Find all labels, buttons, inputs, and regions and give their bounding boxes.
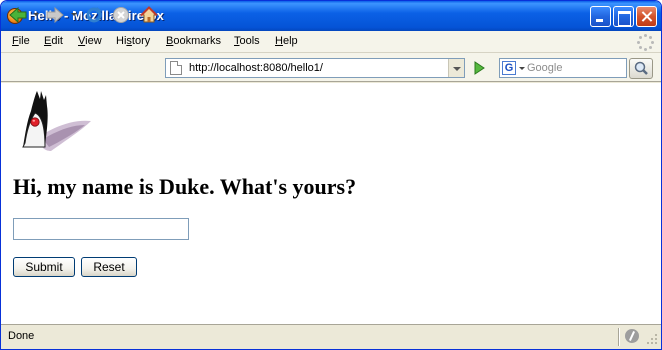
search-bar: G <box>499 58 627 78</box>
page-heading: Hi, my name is Duke. What's yours? <box>13 174 357 199</box>
go-icon[interactable] <box>471 60 487 76</box>
page-icon <box>170 61 182 75</box>
page-content: Hi, my name is Duke. What's yours? Submi… <box>1 83 661 324</box>
google-icon[interactable]: G <box>502 61 516 75</box>
menu-file[interactable]: File <box>12 35 30 47</box>
throbber-icon <box>637 34 654 51</box>
status-text: Done <box>8 330 35 342</box>
menu-tools[interactable]: Tools <box>234 35 260 47</box>
maximize-button[interactable] <box>613 6 634 27</box>
forward-icon[interactable] <box>46 6 64 24</box>
minimize-button[interactable] <box>590 6 611 27</box>
menu-bookmarks[interactable]: Bookmarks <box>166 35 221 47</box>
menu-bar: File Edit View History Bookmarks Tools H… <box>1 31 661 53</box>
close-button[interactable] <box>636 6 657 27</box>
url-text[interactable]: http://localhost:8080/hello1/ <box>189 62 323 74</box>
name-input[interactable] <box>13 218 189 240</box>
magnifier-icon <box>634 61 648 75</box>
back-history-dropdown[interactable] <box>33 13 39 16</box>
menu-help[interactable]: Help <box>275 35 298 47</box>
forward-history-dropdown[interactable] <box>71 13 77 16</box>
resize-grip[interactable] <box>646 333 658 345</box>
menu-edit[interactable]: Edit <box>44 35 63 47</box>
search-engine-dropdown[interactable] <box>519 67 525 70</box>
status-bar: Done <box>1 324 661 349</box>
menu-view[interactable]: View <box>78 35 102 47</box>
back-icon[interactable] <box>9 6 27 24</box>
reload-icon[interactable] <box>85 6 103 24</box>
address-bar[interactable]: http://localhost:8080/hello1/ <box>165 58 465 78</box>
status-icon <box>625 329 639 343</box>
browser-window: Hello - Mozilla Firefox File Edit View H… <box>0 0 662 350</box>
status-divider <box>618 328 620 346</box>
menu-history[interactable]: History <box>116 35 150 47</box>
search-button[interactable] <box>629 58 653 79</box>
reset-button[interactable]: Reset <box>81 257 137 277</box>
search-input[interactable] <box>527 60 623 76</box>
submit-button[interactable]: Submit <box>13 257 75 277</box>
duke-mascot <box>13 89 93 155</box>
home-icon[interactable] <box>140 6 158 24</box>
url-history-dropdown[interactable] <box>448 59 464 77</box>
stop-icon[interactable] <box>112 6 130 24</box>
